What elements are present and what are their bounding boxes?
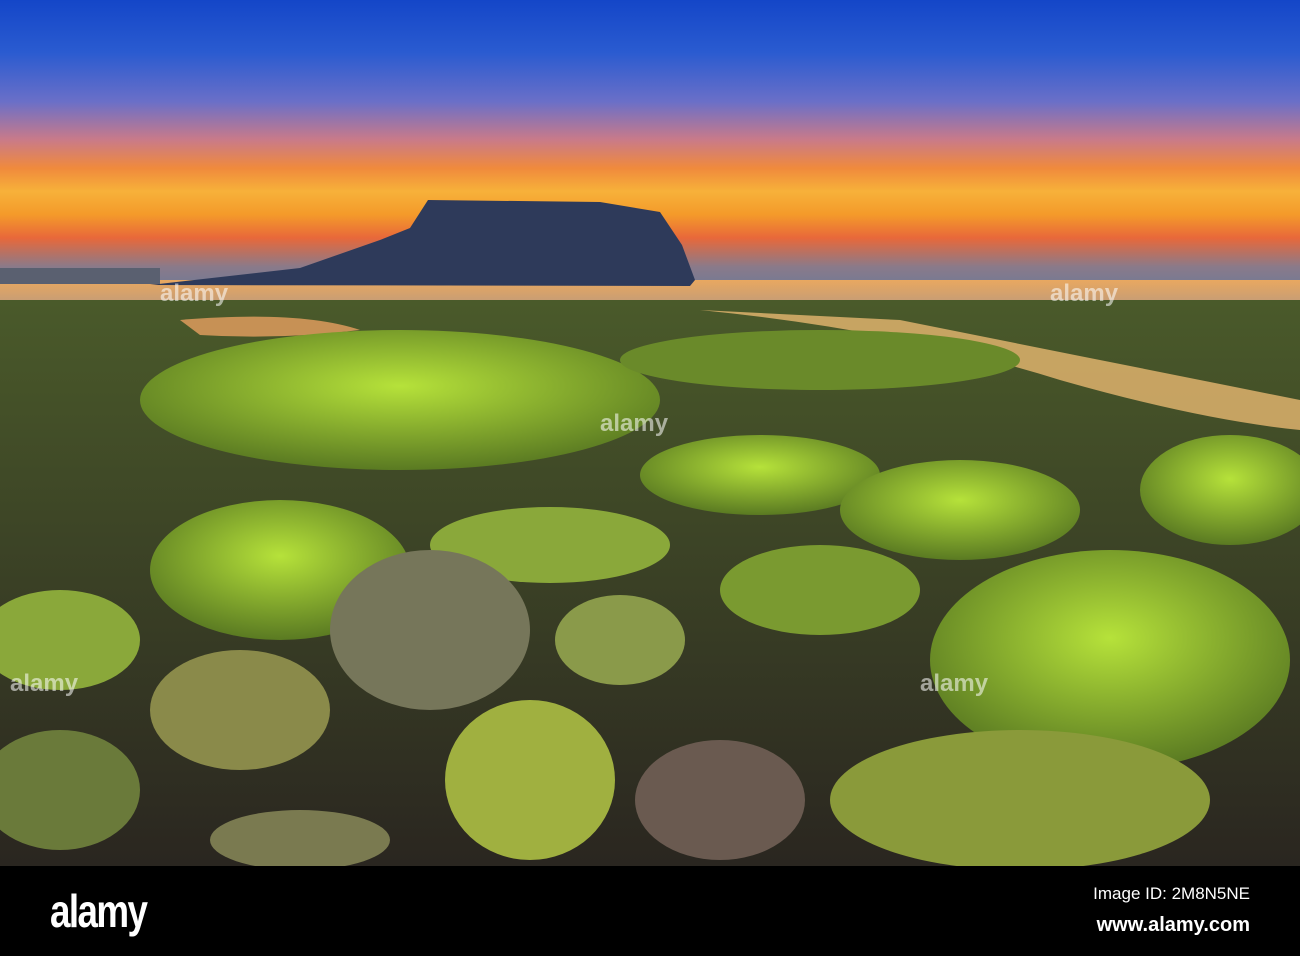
stock-photo-page: alamy alamy alamy alamy alamy alamy Imag… [0,0,1300,956]
landscape-photo: alamy alamy alamy alamy alamy [0,0,1300,866]
mountain-silhouette [150,200,695,286]
image-id: Image ID: 2M8N5NE [1093,884,1250,903]
footer-bar: alamy Image ID: 2M8N5NE www.alamy.com [0,866,1300,956]
site-url: www.alamy.com [1096,914,1250,936]
watermark: alamy [10,670,79,697]
watermark: alamy [920,670,989,697]
watermark: alamy [160,280,229,307]
watermark: alamy [600,410,669,437]
alamy-logo: alamy [50,885,148,937]
watermark: alamy [1050,280,1119,307]
town [0,268,160,284]
